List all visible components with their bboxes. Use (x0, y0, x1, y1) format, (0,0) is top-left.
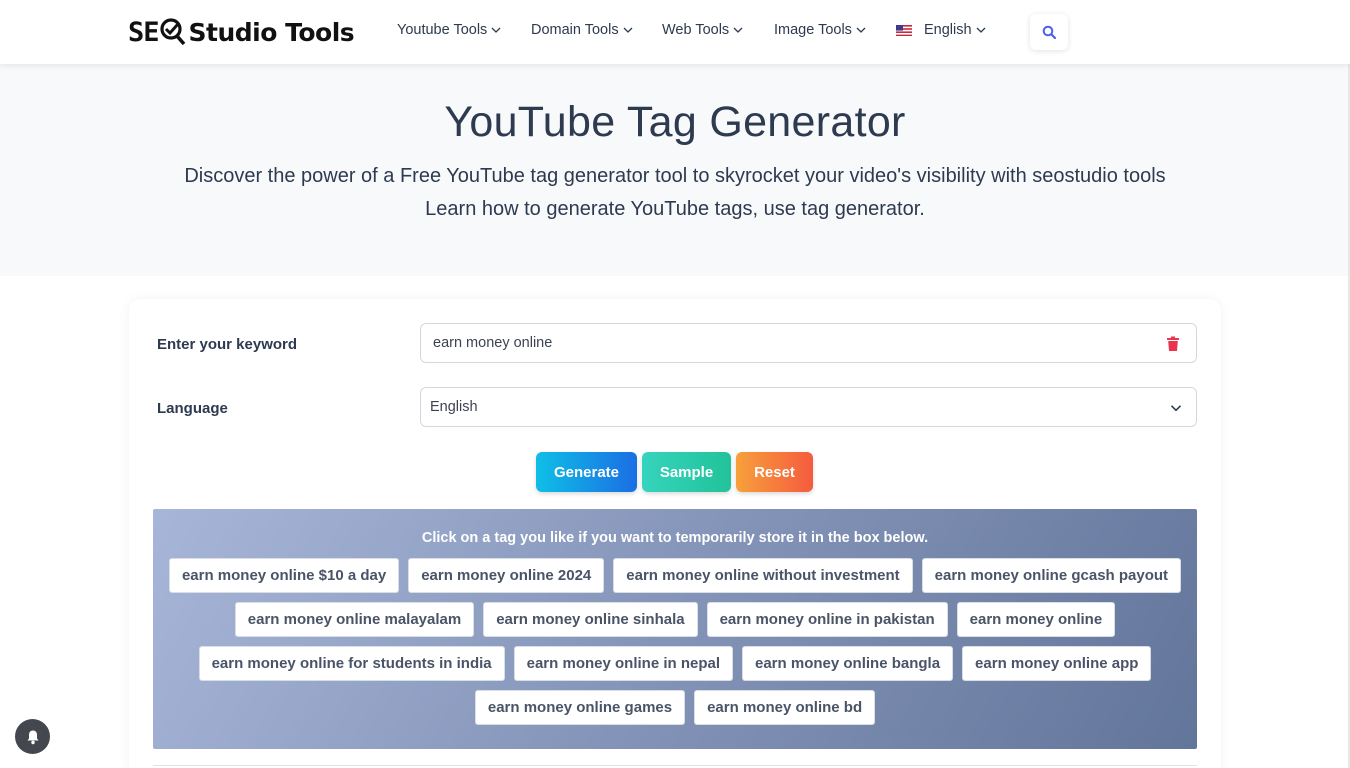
nav-domain-tools-label: Domain Tools (531, 22, 619, 38)
logo-rest-text: Studio Tools (188, 17, 355, 47)
notification-bell-button[interactable] (15, 719, 50, 754)
keyword-input[interactable]: earn money online (420, 323, 1197, 363)
tag-chip[interactable]: earn money online app (962, 646, 1152, 681)
nav-language-selector[interactable]: English (896, 22, 986, 38)
tag-chip[interactable]: earn money online for students in india (198, 646, 505, 681)
hero-description-line1: Discover the power of a Free YouTube tag… (184, 165, 1166, 187)
chevron-down-icon (623, 27, 633, 33)
chevron-down-icon (733, 27, 743, 33)
tag-row: earn money online $10 a day earn money o… (153, 558, 1197, 593)
sample-button[interactable]: Sample (642, 452, 731, 492)
tag-chip[interactable]: earn money online bd (694, 690, 876, 725)
nav-domain-tools[interactable]: Domain Tools (531, 22, 633, 38)
chevron-down-icon (1170, 405, 1182, 412)
language-select[interactable]: English (420, 387, 1197, 427)
nav-youtube-tools[interactable]: Youtube Tools (397, 22, 501, 38)
page-title: YouTube Tag Generator (444, 98, 906, 146)
tag-chip[interactable]: earn money online malayalam (234, 602, 475, 637)
language-select-value: English (430, 399, 478, 415)
tag-chip[interactable]: earn money online games (474, 690, 686, 725)
top-navbar: SE Studio Tools Youtube Tools Domain Too… (0, 0, 1350, 64)
search-button[interactable] (1030, 14, 1068, 50)
generated-tags-box: Click on a tag you like if you want to t… (153, 509, 1197, 749)
keyword-label: Enter your keyword (157, 336, 298, 353)
site-logo[interactable]: SE Studio Tools (128, 14, 355, 50)
language-label: Language (157, 400, 228, 417)
tag-chip[interactable]: earn money online $10 a day (168, 558, 400, 593)
keyword-input-value: earn money online (433, 335, 553, 351)
tag-chip[interactable]: earn money online gcash payout (921, 558, 1182, 593)
tag-chip[interactable]: earn money online bangla (742, 646, 954, 681)
tag-chip[interactable]: earn money online 2024 (408, 558, 605, 593)
trash-icon[interactable] (1166, 336, 1180, 352)
reset-button[interactable]: Reset (736, 452, 813, 492)
tool-card: Enter your keyword earn money online Lan… (129, 299, 1221, 768)
chevron-down-icon (976, 27, 986, 33)
search-icon (1042, 25, 1056, 39)
tag-row: earn money online for students in india … (153, 646, 1197, 681)
tag-row: earn money online games earn money onlin… (153, 690, 1197, 725)
tag-chip[interactable]: earn money online sinhala (483, 602, 698, 637)
tags-hint-text: Click on a tag you like if you want to t… (421, 530, 929, 546)
nav-web-tools[interactable]: Web Tools (662, 22, 743, 38)
generate-button[interactable]: Generate (536, 452, 637, 492)
nav-web-tools-label: Web Tools (662, 22, 730, 38)
nav-image-tools[interactable]: Image Tools (774, 22, 866, 38)
us-flag-icon (896, 24, 912, 36)
logo-seo-text: SE (128, 16, 160, 48)
chevron-down-icon (491, 27, 501, 33)
bell-icon (27, 730, 38, 744)
hero-section: YouTube Tag Generator Discover the power… (0, 64, 1350, 276)
hero-description-line2: Learn how to generate YouTube tags, use … (425, 198, 925, 220)
chevron-down-icon (856, 27, 866, 33)
tag-chip[interactable]: earn money online in pakistan (706, 602, 948, 637)
divider (153, 765, 1197, 766)
nav-language-label: English (924, 22, 972, 38)
nav-image-tools-label: Image Tools (774, 22, 852, 38)
nav-youtube-tools-label: Youtube Tools (397, 22, 488, 38)
tag-chip[interactable]: earn money online (956, 602, 1116, 637)
tag-row: earn money online malayalam earn money o… (153, 602, 1197, 637)
tag-chip[interactable]: earn money online without investment (613, 558, 913, 593)
tag-chip[interactable]: earn money online in nepal (513, 646, 733, 681)
logo-magnifier-icon (159, 18, 185, 46)
